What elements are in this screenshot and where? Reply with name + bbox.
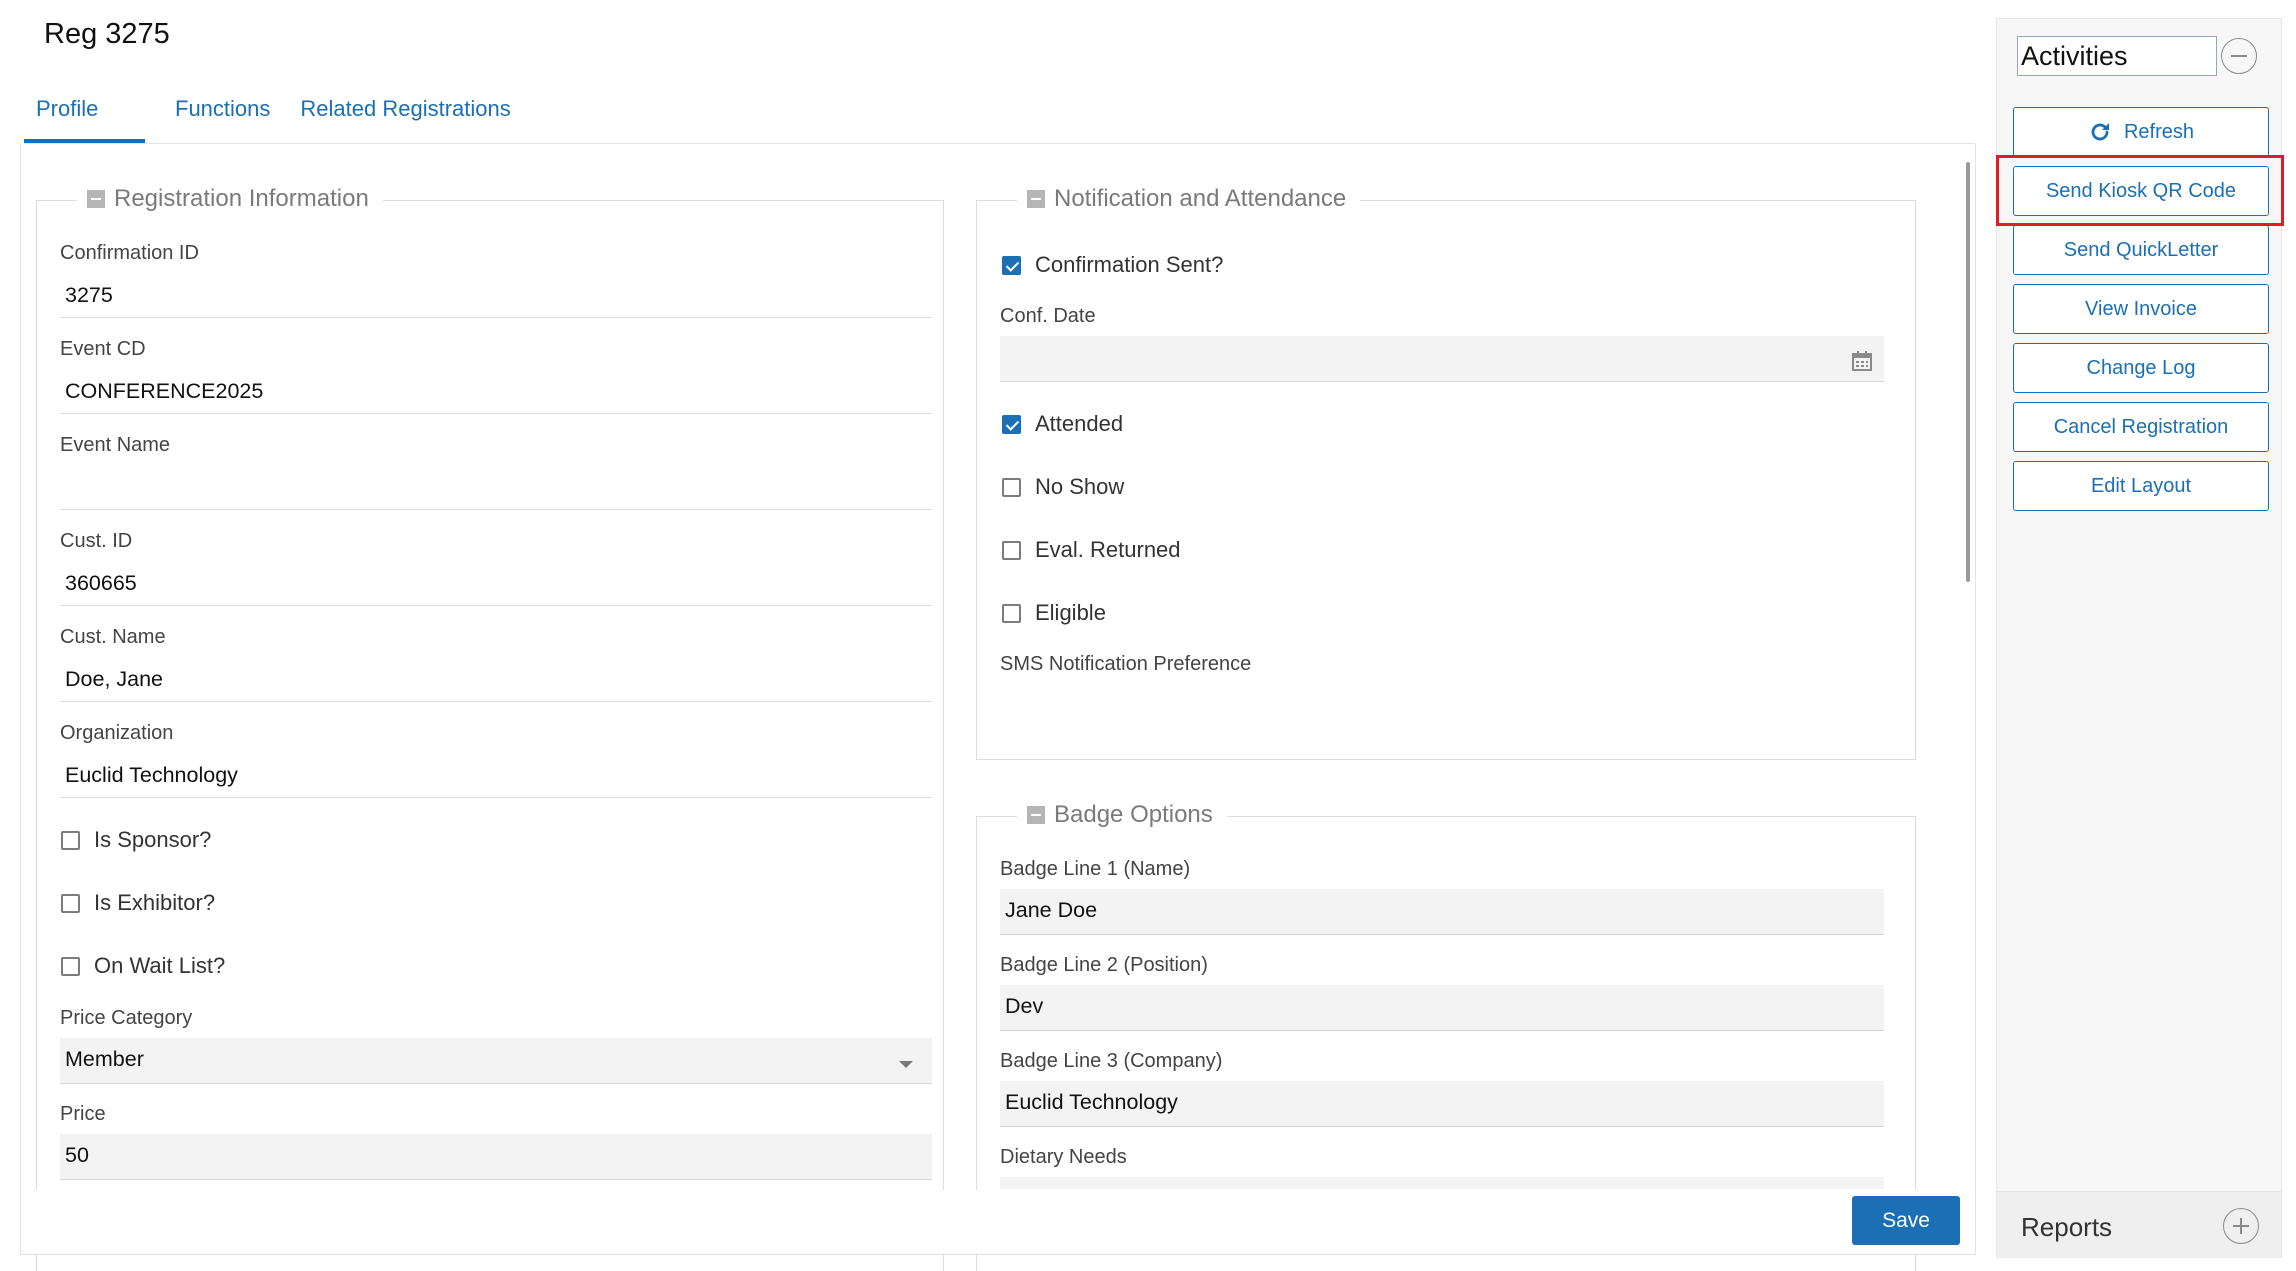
price-category-label: Price Category [60, 1007, 193, 1029]
badge-line-1-value: Jane Doe [1005, 898, 1098, 922]
cust-id-underline [60, 605, 932, 606]
cust-name-underline [60, 701, 932, 702]
badge-line-1-input[interactable] [1000, 889, 1884, 935]
on-wait-list-label: On Wait List? [94, 953, 226, 978]
refresh-icon [2091, 123, 2109, 141]
checkbox-box[interactable] [61, 893, 80, 913]
send-quickletter-button[interactable]: Send QuickLetter [2013, 225, 2269, 275]
badge-line-2-label: Badge Line 2 (Position) [1000, 954, 1208, 976]
page-title: Reg 3275 [44, 18, 170, 50]
dietary-needs-label: Dietary Needs [1000, 1146, 1127, 1168]
badge-options-title: Badge Options [1054, 801, 1213, 828]
is-sponsor-label: Is Sponsor? [94, 827, 212, 852]
no-show-label: No Show [1035, 474, 1125, 499]
checkbox-box[interactable] [1002, 414, 1021, 434]
organization-value: Euclid Technology [65, 763, 238, 787]
chevron-down-icon[interactable] [899, 1061, 913, 1068]
dietary-needs-input[interactable] [1000, 1177, 1884, 1189]
organization-label: Organization [60, 722, 174, 744]
sms-notification-preference-label: SMS Notification Preference [1000, 653, 1252, 675]
attended-checkbox[interactable]: Attended [1002, 411, 1123, 437]
eligible-label: Eligible [1035, 600, 1106, 625]
reports-section[interactable]: Reports [1997, 1191, 2281, 1258]
tab-bar: Profile Functions Related Registrations [24, 92, 529, 144]
attended-label: Attended [1035, 411, 1124, 436]
event-name-underline [60, 509, 932, 510]
checkbox-box[interactable] [1002, 477, 1021, 497]
checkbox-box[interactable] [1002, 255, 1021, 275]
price-category-select[interactable] [60, 1038, 932, 1084]
conf-date-input[interactable] [1000, 336, 1884, 382]
badge-line-2-value: Dev [1005, 994, 1044, 1018]
calendar-icon[interactable] [1851, 350, 1873, 372]
is-sponsor-checkbox[interactable]: Is Sponsor? [61, 827, 211, 853]
expand-circle-icon[interactable] [2223, 1208, 2259, 1244]
collapse-circle-icon[interactable] [2221, 38, 2257, 74]
price-label: Price [60, 1103, 106, 1125]
conf-date-label: Conf. Date [1000, 305, 1096, 327]
cust-id-label: Cust. ID [60, 530, 133, 552]
no-show-checkbox[interactable]: No Show [1002, 474, 1124, 500]
app-root: Reg 3275 Profile Functions Related Regis… [0, 0, 2296, 1271]
badge-options-legend[interactable]: Badge Options [1017, 801, 1227, 829]
checkbox-box[interactable] [61, 956, 80, 976]
edit-layout-button[interactable]: Edit Layout [2013, 461, 2269, 511]
cust-name-label: Cust. Name [60, 626, 166, 648]
registration-information-legend[interactable]: Registration Information [77, 185, 383, 213]
confirmation-sent-checkbox[interactable]: Confirmation Sent? [1002, 252, 1223, 278]
checkbox-box[interactable] [1002, 540, 1021, 560]
activities-title-input[interactable]: Activities [2017, 36, 2217, 76]
confirmation-id-value: 3275 [65, 283, 113, 307]
minus-square-icon[interactable] [87, 190, 105, 208]
eligible-checkbox[interactable]: Eligible [1002, 600, 1106, 626]
eval-returned-label: Eval. Returned [1035, 537, 1181, 562]
highlight-box [1996, 155, 2284, 226]
refresh-label: Refresh [2123, 120, 2195, 143]
checkbox-box[interactable] [1002, 603, 1021, 623]
badge-line-1-label: Badge Line 1 (Name) [1000, 858, 1191, 880]
price-category-value: Member [65, 1047, 144, 1071]
notification-attendance-legend[interactable]: Notification and Attendance [1017, 185, 1361, 213]
refresh-button[interactable]: Refresh [2013, 107, 2269, 157]
is-exhibitor-label: Is Exhibitor? [94, 890, 216, 915]
badge-line-3-label: Badge Line 3 (Company) [1000, 1050, 1223, 1072]
event-name-label: Event Name [60, 434, 171, 456]
event-cd-label: Event CD [60, 338, 146, 360]
badge-line-3-value: Euclid Technology [1005, 1090, 1178, 1114]
event-cd-value: CONFERENCE2025 [65, 379, 264, 403]
price-input[interactable] [60, 1134, 932, 1180]
confirmation-id-underline [60, 317, 932, 318]
tab-functions[interactable]: Functions [163, 92, 282, 144]
view-invoice-button[interactable]: View Invoice [2013, 284, 2269, 334]
is-exhibitor-checkbox[interactable]: Is Exhibitor? [61, 890, 215, 916]
content-scrollbar[interactable] [1966, 162, 1970, 582]
on-wait-list-checkbox[interactable]: On Wait List? [61, 953, 225, 979]
price-value: 50 [65, 1143, 89, 1167]
checkbox-box[interactable] [61, 830, 80, 850]
minus-square-icon[interactable] [1027, 806, 1045, 824]
organization-underline [60, 797, 932, 798]
registration-information-title: Registration Information [114, 185, 369, 212]
change-log-button[interactable]: Change Log [2013, 343, 2269, 393]
confirmation-id-label: Confirmation ID [60, 242, 199, 264]
notification-attendance-title: Notification and Attendance [1054, 185, 1347, 212]
form-footer [21, 1190, 1975, 1254]
cust-id-value: 360665 [65, 571, 137, 595]
cancel-registration-button[interactable]: Cancel Registration [2013, 402, 2269, 452]
badge-line-2-input[interactable] [1000, 985, 1884, 1031]
reports-title: Reports [2021, 1212, 2113, 1242]
cust-name-value: Doe, Jane [65, 667, 164, 691]
tab-related-registrations[interactable]: Related Registrations [288, 92, 522, 144]
tab-profile[interactable]: Profile [24, 92, 145, 144]
event-cd-underline [60, 413, 932, 414]
save-button[interactable]: Save [1852, 1196, 1960, 1245]
eval-returned-checkbox[interactable]: Eval. Returned [1002, 537, 1181, 563]
confirmation-sent-label: Confirmation Sent? [1035, 252, 1224, 277]
minus-square-icon[interactable] [1027, 190, 1045, 208]
